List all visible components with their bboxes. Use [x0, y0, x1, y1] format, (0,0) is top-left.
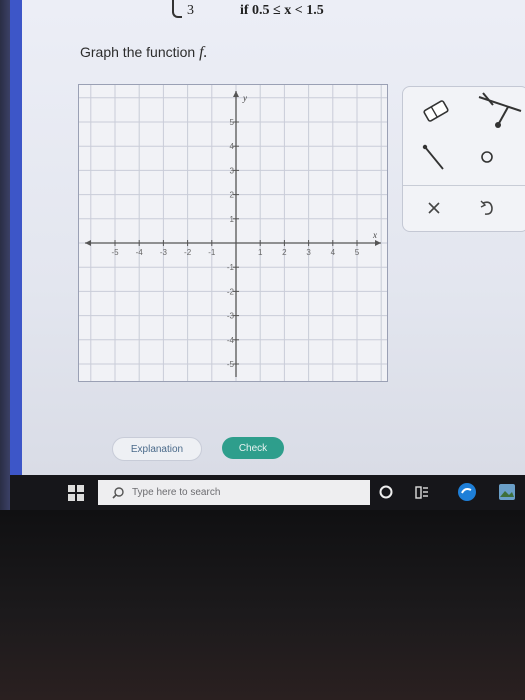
- task-view-icon[interactable]: [414, 484, 430, 500]
- y-tick-label: 5: [230, 118, 235, 127]
- x-tick-label: -4: [136, 248, 144, 257]
- cortana-icon[interactable]: [378, 484, 394, 500]
- search-placeholder: Type here to search: [132, 487, 221, 498]
- clear-x-icon[interactable]: [427, 201, 441, 215]
- coordinate-grid[interactable]: y x -5 -4 -3 -2 -1 1 2 3 4 5 5 4 3 2 1 -1 -2 -3 -4 -5: [79, 85, 387, 381]
- question-prompt: Graph the function f.: [80, 44, 208, 62]
- x-tick-label: 4: [331, 248, 336, 257]
- y-tick-label: 1: [230, 215, 235, 224]
- x-tick-label: 5: [355, 248, 360, 257]
- piecewise-brace: [172, 0, 182, 18]
- y-tick-label: 3: [230, 166, 235, 175]
- open-point-icon[interactable]: [479, 149, 495, 165]
- prompt-text: Graph the function: [80, 44, 200, 60]
- y-tick-label: 2: [230, 191, 235, 200]
- x-tick-label: 1: [258, 248, 263, 257]
- x-tick-label: -2: [184, 248, 192, 257]
- toolbox-divider: [403, 185, 525, 186]
- y-axis-label: y: [242, 93, 247, 103]
- eraser-icon[interactable]: [421, 99, 451, 123]
- graph-canvas[interactable]: y x -5 -4 -3 -2 -1 1 2 3 4 5 5 4 3 2 1 -1 -2 -3 -4 -5: [78, 84, 388, 382]
- x-axis-arrow-left: [85, 240, 91, 246]
- edge-browser-icon[interactable]: [456, 481, 478, 503]
- check-button[interactable]: Check: [222, 437, 284, 459]
- left-accent-bar: [10, 0, 22, 475]
- x-axis-label: x: [372, 230, 377, 240]
- ray-tool-icon[interactable]: [473, 91, 525, 131]
- taskbar-search-box[interactable]: Type here to search: [98, 480, 370, 505]
- search-icon: [112, 486, 124, 499]
- y-tick-label: -4: [227, 336, 235, 345]
- x-tick-label: -3: [160, 248, 168, 257]
- y-tick-label: -1: [227, 263, 235, 272]
- y-tick-label: -5: [227, 360, 235, 369]
- windows-start-icon[interactable]: [68, 485, 84, 501]
- y-tick-label: -2: [227, 287, 235, 296]
- undo-icon[interactable]: [479, 199, 495, 217]
- segment-tool-icon[interactable]: [421, 143, 447, 173]
- graph-toolbox: [402, 86, 525, 232]
- y-tick-label: -3: [227, 312, 235, 321]
- function-name: f.: [199, 44, 208, 61]
- taskbar: Type here to search: [10, 475, 525, 510]
- piecewise-value: 3: [187, 3, 194, 18]
- x-tick-label: -1: [208, 248, 216, 257]
- x-tick-label: 3: [306, 248, 311, 257]
- monitor-bezel: [0, 0, 10, 560]
- y-tick-label: 4: [230, 142, 235, 151]
- photos-app-icon[interactable]: [498, 483, 516, 501]
- piecewise-condition: if 0.5 ≤ x < 1.5: [240, 3, 324, 18]
- x-tick-label: -5: [111, 248, 119, 257]
- y-axis-arrow-up: [233, 91, 239, 97]
- x-axis-arrow-right: [375, 240, 381, 246]
- x-tick-label: 2: [282, 248, 287, 257]
- explanation-button[interactable]: Explanation: [112, 437, 202, 461]
- desk-background: [0, 510, 525, 700]
